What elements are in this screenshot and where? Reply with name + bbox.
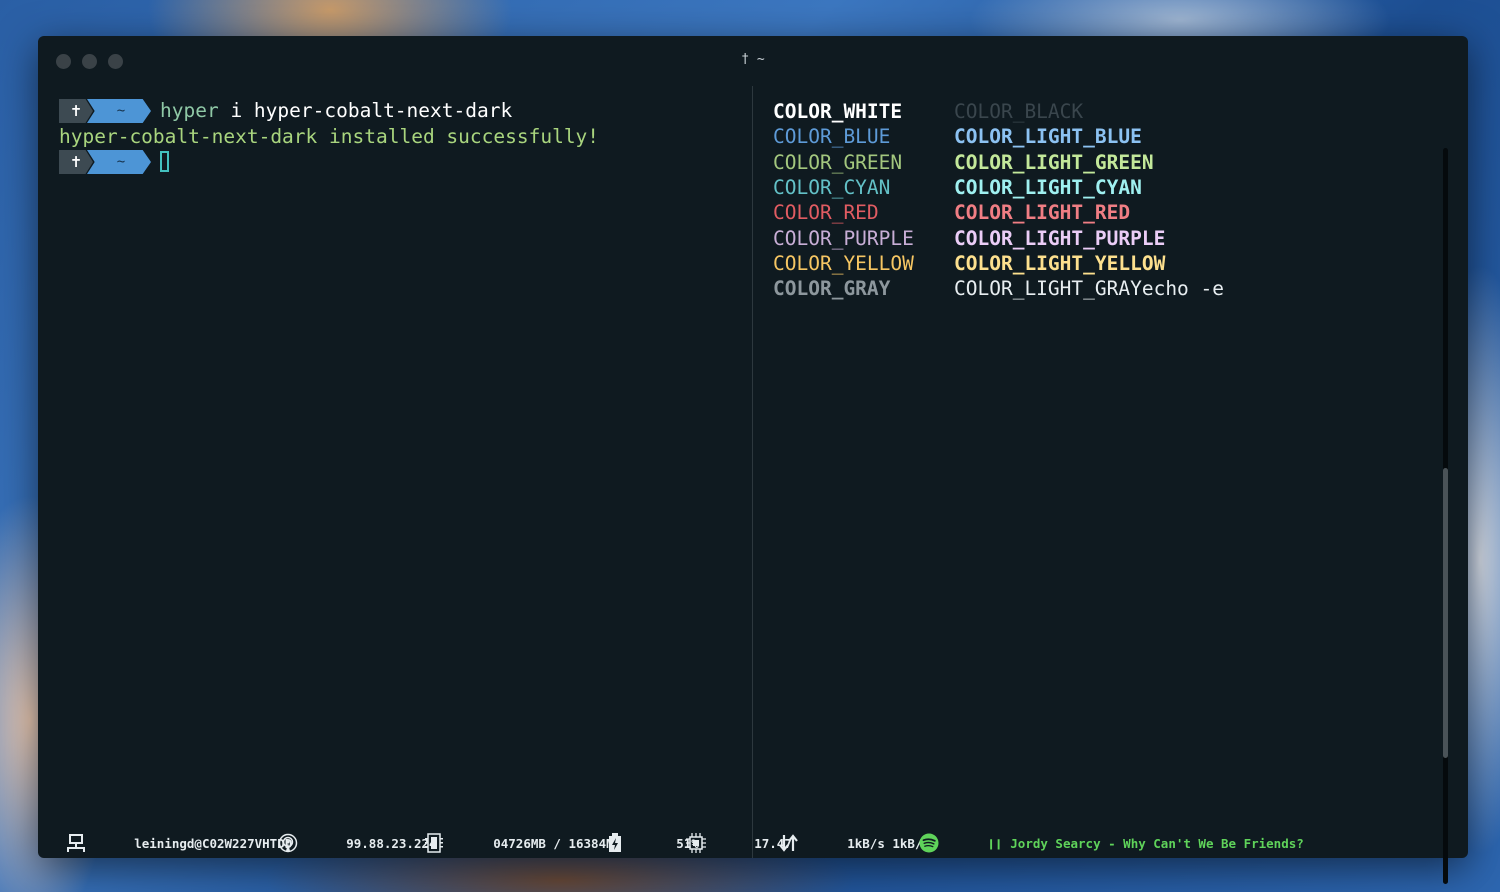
- color-sample-left: COLOR_PURPLE: [773, 226, 914, 250]
- pause-icon[interactable]: ❙❙: [987, 836, 1002, 851]
- command-name: hyper: [160, 99, 219, 122]
- color-sample-right: COLOR_LIGHT_GREEN: [954, 150, 1154, 174]
- color-sample-right: COLOR_LIGHT_YELLOW: [954, 251, 1166, 275]
- color-sample-left: COLOR_CYAN: [773, 175, 891, 199]
- status-ip: 99.88.23.224: [278, 828, 437, 858]
- color-sample-left: COLOR_GRAY: [773, 277, 891, 301]
- right-terminal-pane[interactable]: COLOR_WHITE COLOR_BLACK COLOR_BLUE COLOR_LI…: [753, 86, 1468, 884]
- status-network: 1kB/s 1kB/s: [779, 828, 930, 858]
- status-cpu: 17.47: [686, 828, 792, 858]
- cross-icon: ✝: [59, 150, 93, 174]
- spotify-icon: [919, 803, 979, 883]
- status-memory: 04726MB / 16384MB: [425, 828, 621, 858]
- memory-label: 04726MB / 16384MB: [493, 835, 622, 851]
- color-sample-right: COLOR_LIGHT_CYAN: [954, 175, 1142, 199]
- color-sample-left: COLOR_YELLOW: [773, 251, 914, 275]
- command-line: hyper i hyper-cobalt-next-dark: [160, 99, 512, 123]
- network-label: 1kB/s 1kB/s: [847, 835, 931, 851]
- color-sample-right: COLOR_LIGHT_BLUE: [954, 125, 1142, 149]
- status-host: leiningd@C02W227VHTDD: [66, 828, 292, 858]
- prompt-directory: ~: [87, 99, 151, 123]
- color-sample-right: COLOR_BLACK: [954, 100, 1084, 123]
- color-sample-left: COLOR_RED: [773, 201, 879, 225]
- broadcast-icon: [278, 803, 338, 883]
- cross-icon: ✝: [59, 99, 93, 123]
- terminal-window: † ~ ✝ ~ hyper i hyper-cobalt-next-dark h…: [38, 36, 1468, 884]
- color-sample-right: COLOR_LIGHT_GRAYecho -e: [954, 277, 1225, 301]
- left-terminal-pane[interactable]: ✝ ~ hyper i hyper-cobalt-next-dark hyper…: [38, 86, 752, 858]
- memory-icon: [425, 803, 485, 883]
- command-args: i hyper-cobalt-next-dark: [218, 99, 513, 122]
- host-label: leiningd@C02W227VHTDD: [134, 835, 293, 851]
- color-sample-right: COLOR_LIGHT_PURPLE: [954, 226, 1166, 250]
- install-output: hyper-cobalt-next-dark installed success…: [59, 125, 600, 148]
- cpu-icon: [686, 803, 746, 883]
- ip-label: 99.88.23.224: [346, 835, 437, 851]
- prompt-directory: ~: [87, 150, 151, 174]
- network-computer-icon: [66, 804, 126, 882]
- prompt: ✝ ~: [59, 99, 151, 123]
- window-title: † ~: [741, 52, 765, 67]
- status-spotify[interactable]: ❙❙ Jordy Searcy - Why Can't We Be Friend…: [919, 828, 1304, 858]
- color-sample-left: COLOR_WHITE: [773, 100, 903, 123]
- color-sample-left: COLOR_GREEN: [773, 150, 903, 174]
- track-label: Jordy Searcy - Why Can't We Be Friends?: [1010, 835, 1304, 851]
- scrollbar-thumb[interactable]: [1443, 468, 1448, 758]
- prompt: ✝ ~: [59, 150, 151, 174]
- battery-icon: [608, 803, 668, 883]
- up-down-arrows-icon: [779, 803, 839, 883]
- text-cursor: [160, 151, 169, 172]
- status-bar: leiningd@C02W227VHTDD 99.88.23.224 04726…: [38, 828, 1468, 858]
- color-sample-left: COLOR_BLUE: [773, 125, 891, 149]
- color-sample-right: COLOR_LIGHT_RED: [954, 201, 1131, 225]
